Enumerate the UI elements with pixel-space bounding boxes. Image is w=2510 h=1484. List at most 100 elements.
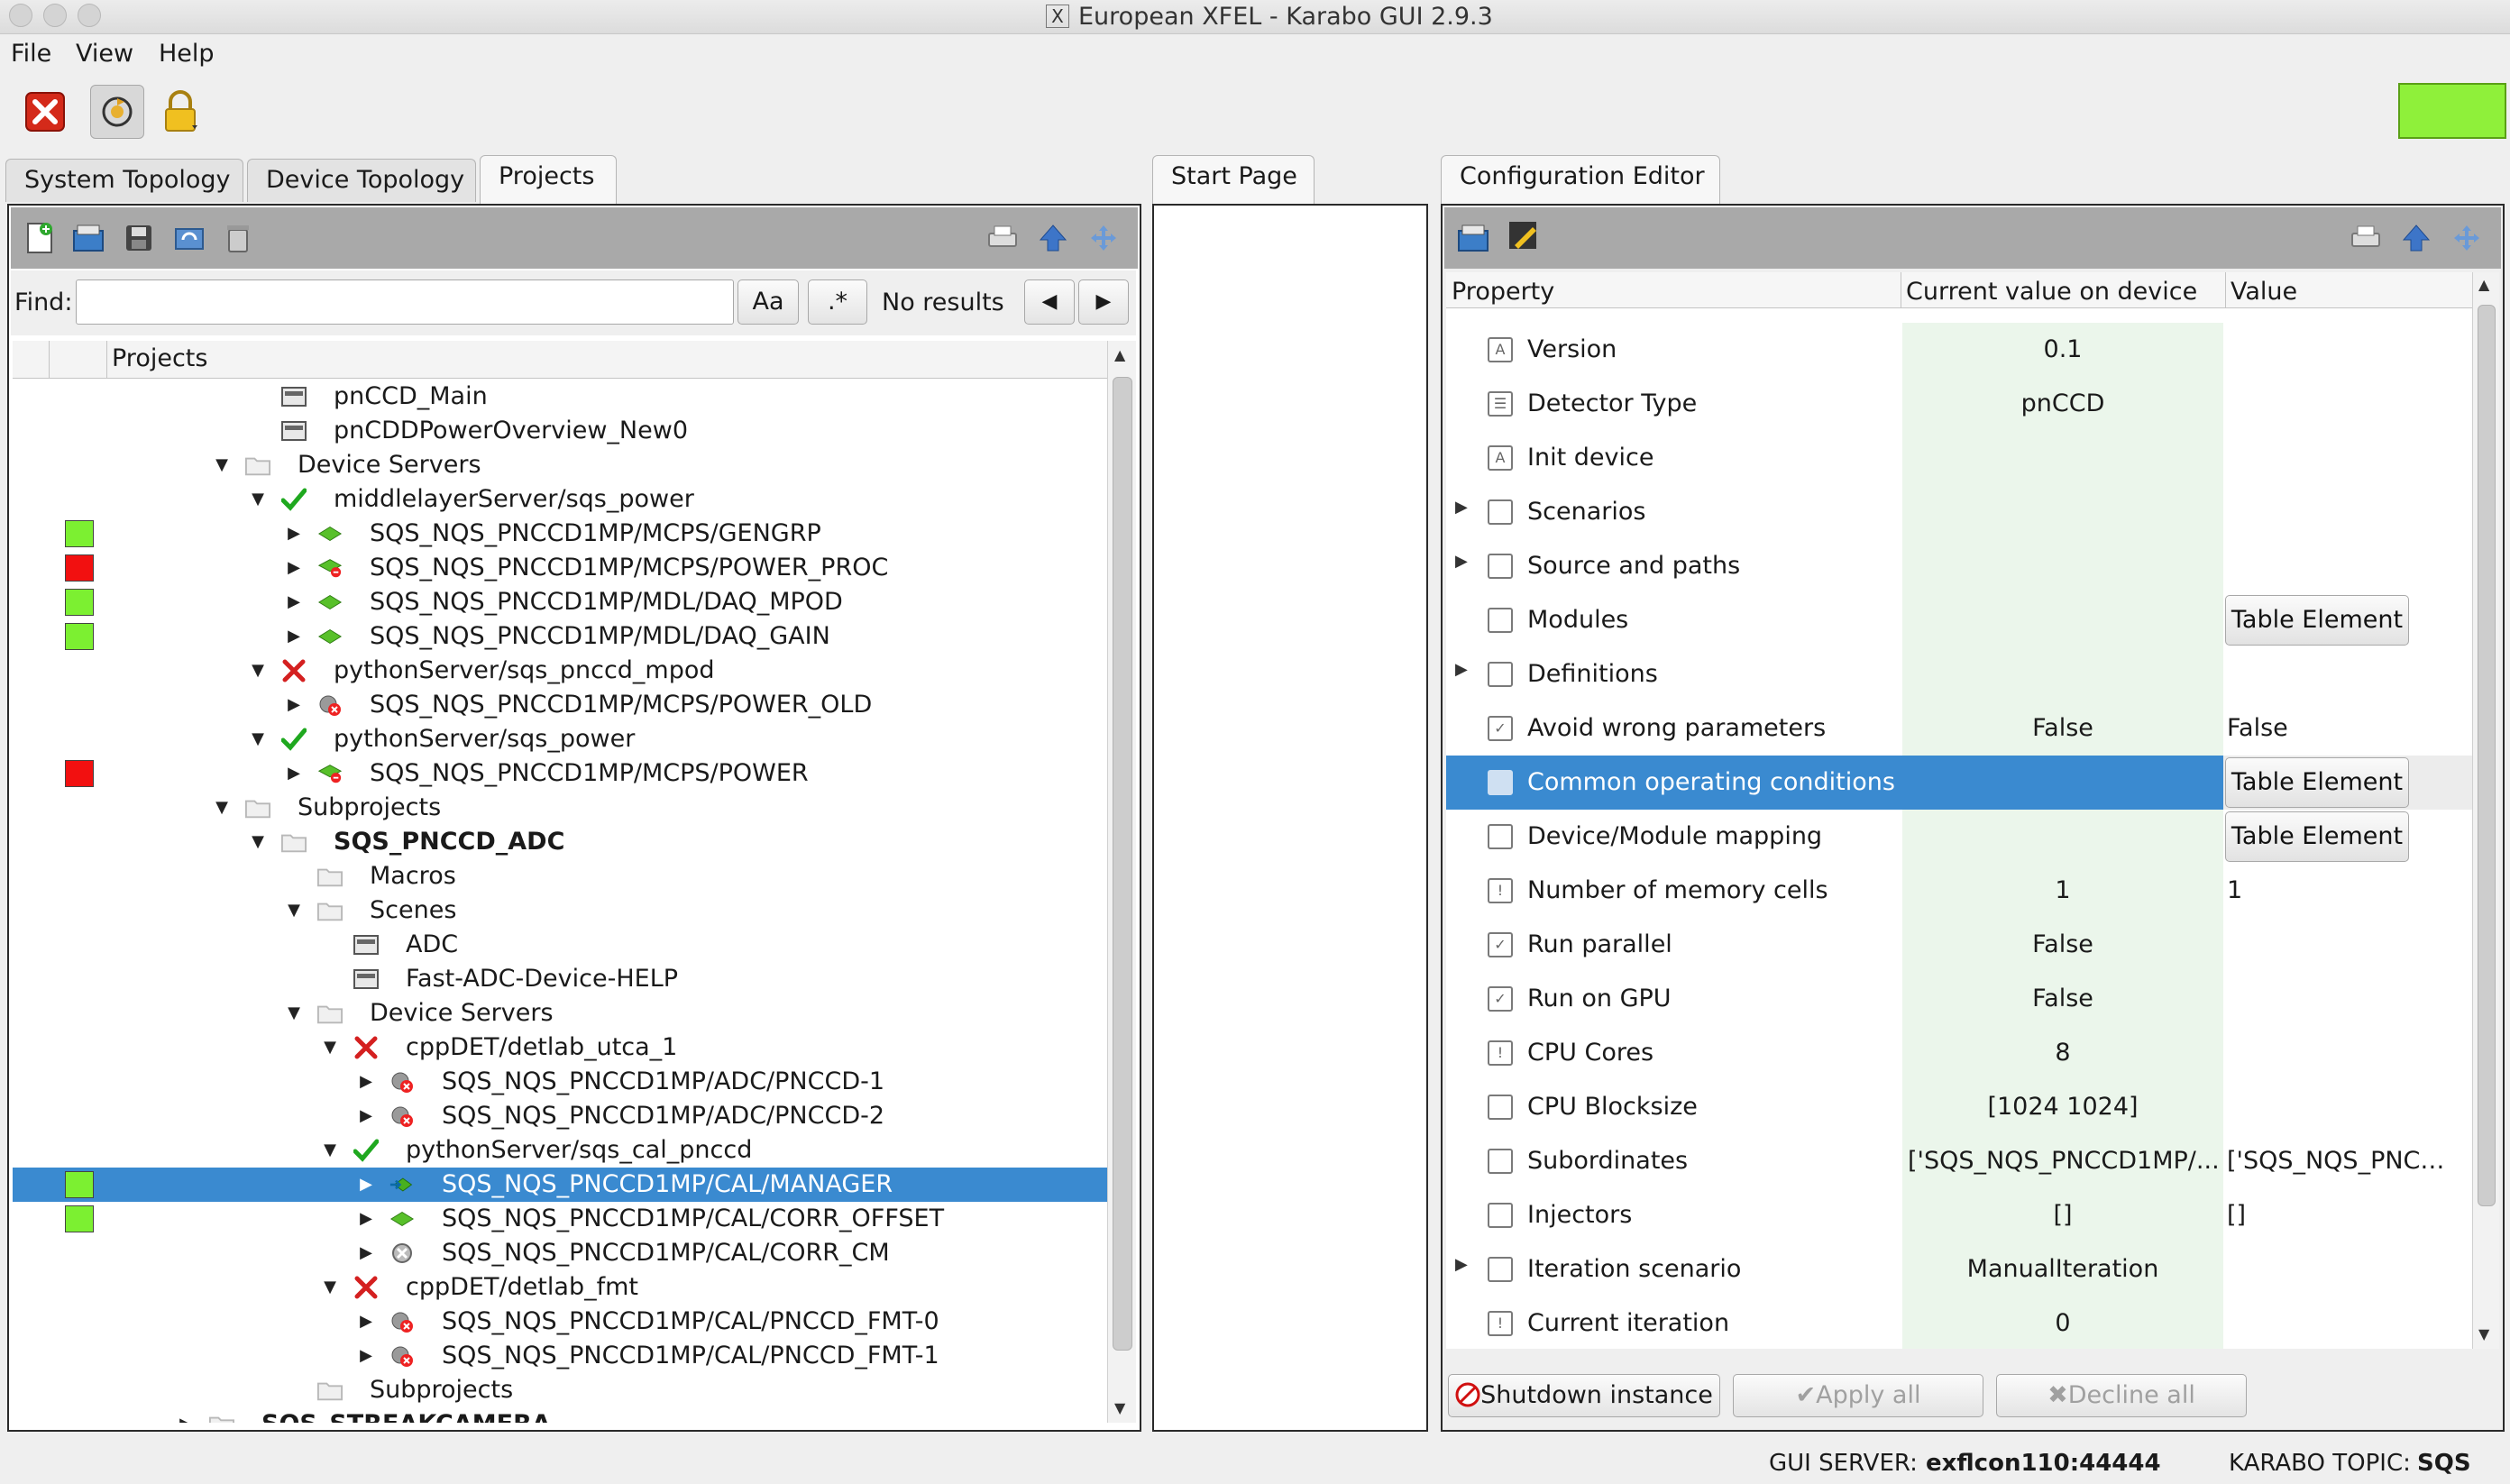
- collapse-arrow-icon[interactable]: ▼: [285, 893, 303, 928]
- config-row[interactable]: Modules Table Element: [1446, 593, 2472, 647]
- expand-arrow-icon[interactable]: ▶: [177, 1407, 195, 1423]
- tree-subproject[interactable]: ▶ SQS_STREAKCAMERA: [13, 1407, 1107, 1423]
- apply-all-button[interactable]: ✔Apply all: [1733, 1374, 1983, 1417]
- collapse-arrow-icon[interactable]: ▼: [249, 482, 267, 517]
- config-row[interactable]: ▶ Scenarios: [1446, 485, 2472, 539]
- expand-arrow-icon[interactable]: ▶: [357, 1305, 375, 1339]
- tree-device[interactable]: ▶ SQS_NQS_PNCCD1MP/MDL/DAQ_GAIN: [13, 619, 1107, 654]
- find-next-button[interactable]: ▶: [1078, 279, 1129, 325]
- tree-folder[interactable]: ▼ Scenes: [13, 893, 1107, 928]
- edit-config-icon[interactable]: [1507, 220, 1540, 252]
- new-project-icon[interactable]: [23, 222, 56, 254]
- config-row[interactable]: ! Number of memory cells 1 1: [1446, 864, 2472, 918]
- tree-scene[interactable]: pnCDDPowerOverview_New0: [13, 414, 1107, 448]
- collapse-arrow-icon[interactable]: ▼: [321, 1270, 339, 1305]
- tree-scene[interactable]: pnCCD_Main: [13, 380, 1107, 414]
- config-row[interactable]: ▶ Definitions: [1446, 647, 2472, 701]
- minimize-window-button[interactable]: [43, 4, 67, 27]
- expand-arrow-icon[interactable]: ▶: [357, 1065, 375, 1099]
- tree-device[interactable]: ▶ SQS_NQS_PNCCD1MP/CAL/CORR_CM: [13, 1236, 1107, 1270]
- disconnect-icon[interactable]: [18, 85, 72, 139]
- tree-server[interactable]: ▼ cppDET/detlab_utca_1: [13, 1031, 1107, 1065]
- config-scroll-thumb[interactable]: [2478, 305, 2496, 1206]
- expand-arrow-icon[interactable]: ▶: [285, 688, 303, 722]
- tree-server[interactable]: ▼ pythonServer/sqs_power: [13, 722, 1107, 756]
- open-config-icon[interactable]: [1457, 222, 1489, 254]
- tree-server[interactable]: ▼ pythonServer/sqs_cal_pnccd: [13, 1133, 1107, 1168]
- config-row[interactable]: ✓ Avoid wrong parameters False False: [1446, 701, 2472, 756]
- expand-arrow-icon[interactable]: ▶: [357, 1202, 375, 1236]
- tree-device[interactable]: ▶ SQS_NQS_PNCCD1MP/CAL/PNCCD_FMT-0: [13, 1305, 1107, 1339]
- tree-scene[interactable]: Fast-ADC-Device-HELP: [13, 962, 1107, 996]
- expand-arrow-icon[interactable]: ▶: [357, 1099, 375, 1133]
- sync-icon[interactable]: [173, 222, 206, 254]
- expand-arrow-icon[interactable]: ▶: [285, 756, 303, 791]
- tree-device[interactable]: ▶ SQS_NQS_PNCCD1MP/CAL/CORR_OFFSET: [13, 1202, 1107, 1236]
- refresh-icon[interactable]: [90, 85, 144, 139]
- collapse-arrow-icon[interactable]: ▼: [249, 825, 267, 859]
- save-project-icon[interactable]: [123, 222, 155, 254]
- tree-device[interactable]: ▶ SQS_NQS_PNCCD1MP/MDL/DAQ_MPOD: [13, 585, 1107, 619]
- value-field[interactable]: 1: [2227, 876, 2449, 904]
- expand-arrow-icon[interactable]: ▶: [1455, 552, 1468, 571]
- config-row[interactable]: ! Current iteration 0: [1446, 1296, 2472, 1349]
- expand-arrow-icon[interactable]: ▶: [285, 517, 303, 551]
- tree-scene[interactable]: ADC: [13, 928, 1107, 962]
- config-row[interactable]: A Init device: [1446, 431, 2472, 485]
- tree-folder[interactable]: ▼ Device Servers: [13, 996, 1107, 1031]
- config-row[interactable]: A Version 0.1: [1446, 323, 2472, 377]
- move-icon[interactable]: [2450, 222, 2483, 254]
- collapse-arrow-icon[interactable]: ▼: [285, 996, 303, 1031]
- expand-arrow-icon[interactable]: ▶: [1455, 660, 1468, 679]
- tree-folder[interactable]: Macros: [13, 859, 1107, 893]
- tree-folder[interactable]: ▼ Subprojects: [13, 791, 1107, 825]
- value-field[interactable]: ['SQS_NQS_PNCC...: [2227, 1147, 2449, 1175]
- config-row[interactable]: ✓ Run on GPU False: [1446, 972, 2472, 1026]
- maximize-window-button[interactable]: [78, 4, 101, 27]
- value-field[interactable]: []: [2227, 1201, 2449, 1229]
- tree-server[interactable]: ▼ cppDET/detlab_fmt: [13, 1270, 1107, 1305]
- table-element-button[interactable]: Table Element: [2225, 757, 2409, 808]
- tree-folder[interactable]: Subprojects: [13, 1373, 1107, 1407]
- print-icon[interactable]: [2350, 222, 2382, 254]
- decline-all-button[interactable]: ✖Decline all: [1996, 1374, 2247, 1417]
- lock-icon[interactable]: [153, 85, 207, 139]
- config-row[interactable]: ✓ Run parallel False: [1446, 918, 2472, 972]
- trash-icon[interactable]: [222, 222, 254, 254]
- table-element-button[interactable]: Table Element: [2225, 811, 2409, 862]
- tree-device[interactable]: ▶ SQS_NQS_PNCCD1MP/MCPS/POWER: [13, 756, 1107, 791]
- config-row[interactable]: ! CPU Cores 8: [1446, 1026, 2472, 1080]
- find-previous-button[interactable]: ◀: [1024, 279, 1075, 325]
- find-input[interactable]: [76, 279, 734, 325]
- tab-projects[interactable]: Projects: [480, 155, 617, 204]
- expand-arrow-icon[interactable]: ▶: [285, 619, 303, 654]
- expand-arrow-icon[interactable]: ▶: [1455, 498, 1468, 517]
- tree-device[interactable]: ▶ SQS_NQS_PNCCD1MP/CAL/PNCCD_FMT-1: [13, 1339, 1107, 1373]
- expand-arrow-icon[interactable]: ▶: [357, 1236, 375, 1270]
- tree-device[interactable]: ▶ SQS_NQS_PNCCD1MP/ADC/PNCCD-1: [13, 1065, 1107, 1099]
- expand-arrow-icon[interactable]: ▶: [1455, 1255, 1468, 1274]
- collapse-arrow-icon[interactable]: ▼: [321, 1133, 339, 1168]
- config-row[interactable]: ▶ Iteration scenario ManualIteration: [1446, 1242, 2472, 1296]
- config-scrollbar[interactable]: ▲ ▼: [2472, 272, 2499, 1349]
- tree-device[interactable]: ▶ SQS_NQS_PNCCD1MP/CAL/MANAGER: [13, 1168, 1107, 1202]
- menu-file[interactable]: File: [11, 40, 51, 68]
- collapse-arrow-icon[interactable]: ▼: [249, 722, 267, 756]
- expand-arrow-icon[interactable]: ▶: [285, 551, 303, 585]
- tree-server[interactable]: ▼ pythonServer/sqs_pnccd_mpod: [13, 654, 1107, 688]
- tree-device[interactable]: ▶ SQS_NQS_PNCCD1MP/MCPS/GENGRP: [13, 517, 1107, 551]
- collapse-arrow-icon[interactable]: ▼: [249, 654, 267, 688]
- tree-device[interactable]: ▶ SQS_NQS_PNCCD1MP/ADC/PNCCD-2: [13, 1099, 1107, 1133]
- close-window-button[interactable]: [9, 4, 32, 27]
- arrow-up-icon[interactable]: [1037, 222, 1069, 254]
- tree-folder[interactable]: ▼ Device Servers: [13, 448, 1107, 482]
- tree-scrollbar[interactable]: ▲ ▼: [1107, 341, 1136, 1423]
- config-row[interactable]: CPU Blocksize [1024 1024]: [1446, 1080, 2472, 1134]
- match-case-button[interactable]: Aa: [737, 279, 799, 325]
- arrow-up-icon[interactable]: [2400, 222, 2432, 254]
- tab-configuration-editor[interactable]: Configuration Editor: [1441, 155, 1720, 204]
- config-row[interactable]: Common operating conditions Table Element: [1446, 756, 2472, 810]
- print-icon[interactable]: [986, 222, 1019, 254]
- tree-server[interactable]: ▼ middlelayerServer/sqs_power: [13, 482, 1107, 517]
- config-row[interactable]: Subordinates ['SQS_NQS_PNCCD1MP/... ['SQS_…: [1446, 1134, 2472, 1188]
